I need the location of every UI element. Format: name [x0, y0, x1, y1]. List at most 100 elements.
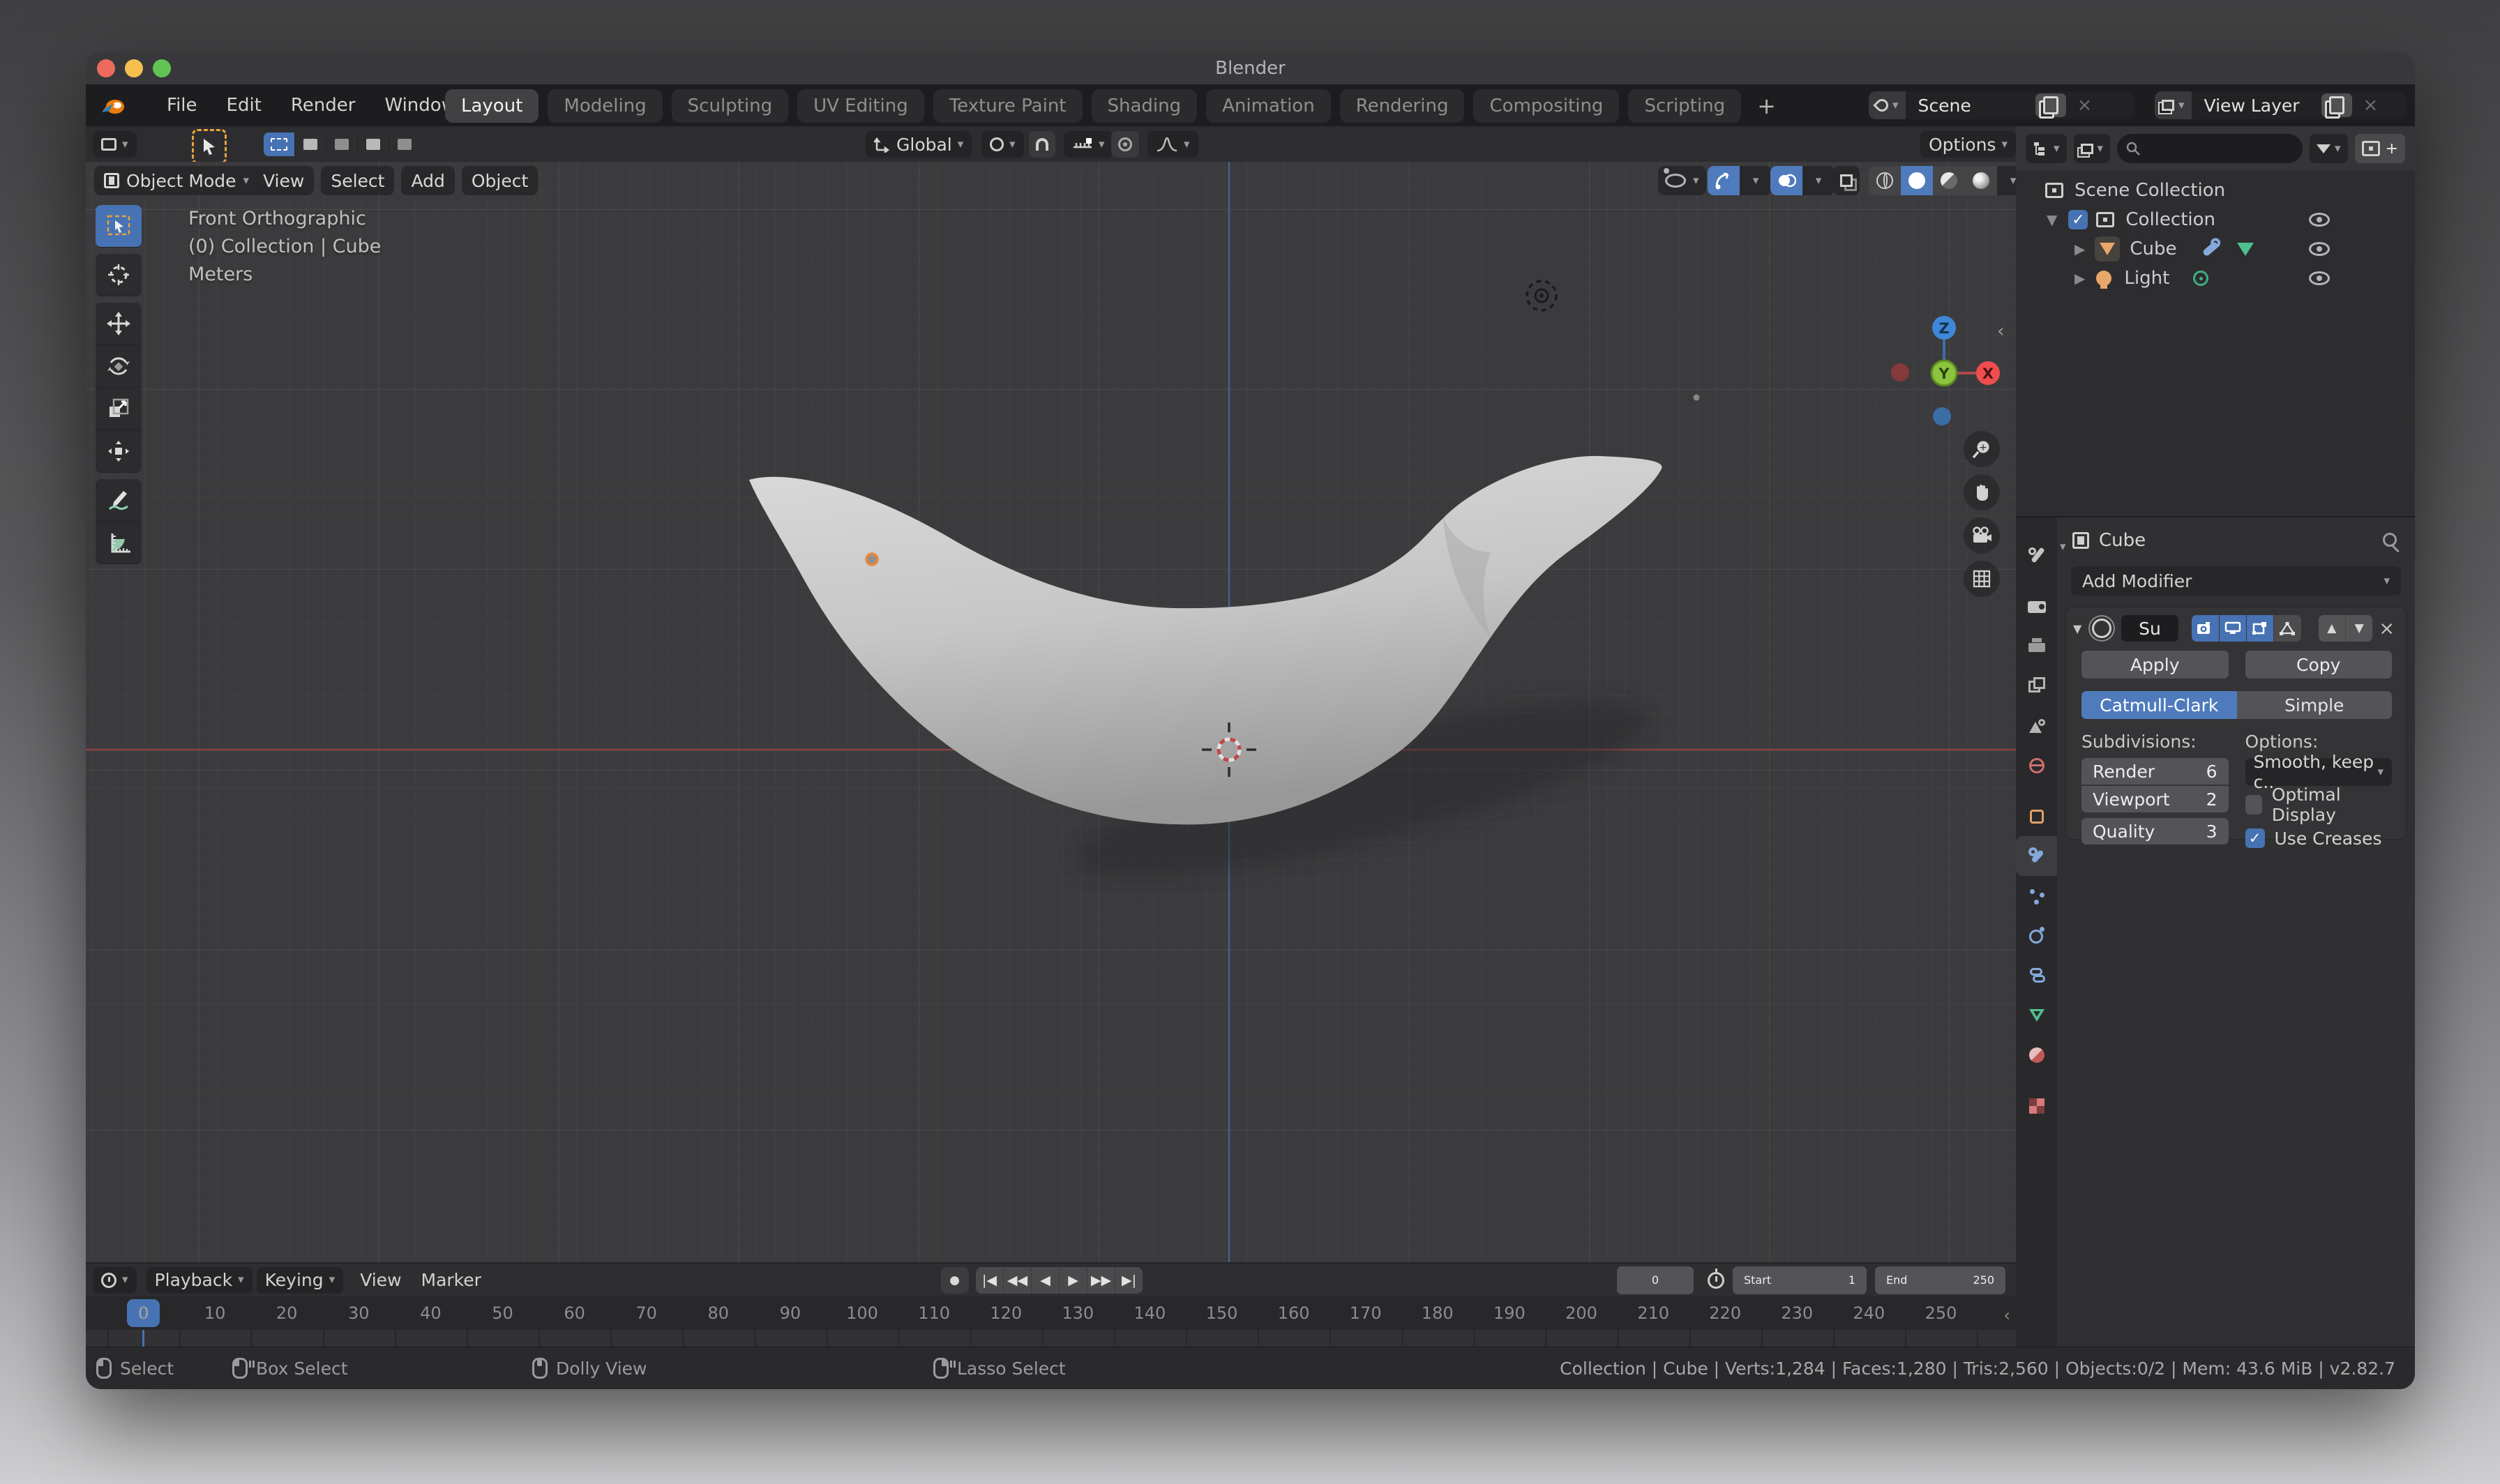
workspace-tab-rendering[interactable]: Rendering [1339, 89, 1465, 123]
gizmo-minus-x-axis[interactable] [1891, 363, 1909, 381]
pan-view-button[interactable] [1964, 474, 2000, 510]
snap-settings-dropdown[interactable]: ▾ [1064, 131, 1113, 158]
timeline-marker-menu[interactable]: Marker [421, 1270, 481, 1290]
pin-icon[interactable] [2383, 533, 2397, 547]
start-frame-field[interactable]: Start 1 [1733, 1266, 1867, 1294]
properties-tab-particles[interactable] [2016, 876, 2057, 916]
properties-tab-object[interactable] [2016, 796, 2057, 836]
hide-eye-icon[interactable] [2309, 213, 2330, 227]
view-layer-new-button[interactable] [2321, 93, 2352, 117]
gizmo-settings-dropdown[interactable]: ▾ [1740, 166, 1772, 195]
select-mode-set-button[interactable] [264, 132, 295, 156]
add-workspace-button[interactable]: + [1750, 89, 1783, 123]
modifier-cage-toggle[interactable] [2274, 615, 2301, 642]
shading-rendered-button[interactable] [1965, 166, 1997, 195]
scene-new-button[interactable] [2035, 93, 2066, 117]
expand-arrow-icon[interactable]: ▶ [2074, 270, 2085, 287]
outliner-row-collection[interactable]: ▼ ✓ Collection [2016, 206, 2415, 234]
view-layer-name[interactable]: View Layer [2192, 96, 2321, 116]
expand-arrow-icon[interactable]: ▶ [2074, 241, 2085, 257]
modifier-name-field[interactable]: Su [2121, 615, 2179, 642]
properties-tab-view-layer[interactable] [2016, 666, 2057, 706]
tool-transform[interactable] [96, 430, 142, 473]
outliner-row-light[interactable]: ▶ Light [2016, 264, 2415, 292]
workspace-tab-shading[interactable]: Shading [1091, 89, 1198, 123]
scene-name[interactable]: Scene [1906, 96, 2035, 116]
timeline-view-menu[interactable]: View [360, 1270, 401, 1290]
scene-unlink-button[interactable]: × [2069, 95, 2101, 116]
record-button[interactable]: ● [941, 1266, 969, 1294]
editor-type-dropdown[interactable]: ▾ [93, 131, 137, 158]
shading-wireframe-button[interactable] [1869, 166, 1901, 195]
properties-tab-world[interactable] [2016, 745, 2057, 785]
outliner-row-cube[interactable]: ▶ Cube [2016, 235, 2415, 263]
properties-tab-modifiers[interactable] [2016, 836, 2057, 876]
workspace-tab-sculpting[interactable]: Sculpting [671, 89, 789, 123]
tool-select-box[interactable] [96, 205, 142, 248]
workspace-tab-texture-paint[interactable]: Texture Paint [933, 89, 1083, 123]
tool-cursor[interactable] [96, 254, 142, 296]
modifier-delete-button[interactable]: × [2379, 618, 2399, 639]
hide-eye-icon[interactable] [2309, 271, 2330, 285]
properties-tab-physics[interactable] [2016, 916, 2057, 955]
sidebar-collapse-arrow[interactable]: ‹ [1997, 321, 2004, 342]
modifier-move-down-button[interactable]: ▼ [2346, 615, 2373, 642]
select-mode-invert-button[interactable] [358, 132, 389, 156]
outliner-display-mode-dropdown[interactable]: ▾ [2026, 134, 2067, 163]
transform-orientation-dropdown[interactable]: Global ▾ [866, 131, 972, 158]
workspace-tab-modeling[interactable]: Modeling [548, 89, 663, 123]
apply-button[interactable]: Apply [2081, 651, 2229, 679]
modifier-move-up-button[interactable]: ▲ [2318, 615, 2347, 642]
uv-smooth-dropdown[interactable]: Smooth, keep c.. ▾ [2245, 752, 2392, 792]
snap-toggle-button[interactable] [1029, 131, 1055, 158]
proportional-falloff-dropdown[interactable]: ▾ [1147, 131, 1198, 158]
outliner-filter-dropdown[interactable]: ▾ [2310, 134, 2348, 163]
next-keyframe-button[interactable]: ▶▶ [1087, 1266, 1115, 1294]
copy-button[interactable]: Copy [2245, 651, 2392, 679]
add-modifier-dropdown[interactable]: Add Modifier ▾ [2071, 566, 2401, 596]
properties-tab-texture[interactable] [2016, 1086, 2057, 1126]
navigation-gizmo[interactable]: Z Y X [1885, 308, 2016, 437]
render-subdivisions-field[interactable]: Render 6 [2081, 758, 2229, 785]
properties-tab-data[interactable] [2016, 995, 2057, 1035]
properties-tab-output[interactable] [2016, 626, 2057, 666]
use-creases-row[interactable]: ✓ Use Creases [2245, 824, 2393, 853]
viewport-menu-view[interactable]: View [253, 166, 315, 195]
prev-keyframe-button[interactable]: ◀◀ [1004, 1266, 1032, 1294]
timeline-editor-type-dropdown[interactable]: ▾ [93, 1266, 137, 1294]
view-layer-browse-dropdown[interactable]: ▾ [2155, 91, 2192, 119]
viewport-3d[interactable]: Object Mode ▾ View Select Add Object ▾ ▾ ▾ [86, 162, 2016, 1262]
viewport-menu-select[interactable]: Select [321, 166, 395, 195]
outliner-row-scene-collection[interactable]: Scene Collection [2016, 176, 2415, 204]
gizmo-minus-z-axis[interactable] [1933, 407, 1951, 425]
outliner-filter-display-dropdown[interactable]: ▾ [2073, 134, 2111, 163]
toggle-ortho-button[interactable] [1964, 561, 2000, 597]
properties-tab-scene[interactable] [2016, 706, 2057, 745]
properties-tab-constraints[interactable] [2016, 955, 2057, 995]
hide-eye-icon[interactable] [2309, 242, 2330, 256]
properties-editor-type-dropdown[interactable]: ▾ [2060, 534, 2066, 554]
stopwatch-icon[interactable] [1708, 1268, 1724, 1289]
select-mode-extend-button[interactable] [295, 132, 326, 156]
catmull-clark-button[interactable]: Catmull-Clark [2081, 691, 2237, 719]
view-layer-remove-button[interactable]: × [2355, 95, 2387, 116]
camera-view-button[interactable] [1964, 517, 2000, 554]
workspace-tab-compositing[interactable]: Compositing [1473, 89, 1620, 123]
optimal-display-checkbox[interactable] [2245, 795, 2262, 815]
zoom-view-button[interactable]: + [1964, 431, 2000, 467]
quality-field[interactable]: Quality 3 [2081, 818, 2229, 845]
tool-measure[interactable] [96, 522, 142, 564]
modifier-render-toggle[interactable] [2192, 615, 2220, 642]
select-mode-subtract-button[interactable] [326, 132, 358, 156]
properties-tab-render[interactable] [2016, 586, 2057, 626]
play-reverse-button[interactable]: ◀ [1032, 1266, 1060, 1294]
show-overlays-toggle[interactable] [1770, 166, 1802, 195]
collapse-triangle-icon[interactable]: ▼ [2073, 622, 2081, 635]
new-collection-button[interactable]: + [2354, 134, 2405, 163]
menu-edit[interactable]: Edit [227, 95, 262, 116]
shading-material-button[interactable] [1933, 166, 1965, 195]
optimal-display-row[interactable]: Optimal Display [2245, 785, 2393, 825]
show-gizmo-toggle[interactable] [1708, 166, 1740, 195]
active-tool-indicator[interactable] [192, 129, 227, 164]
properties-tab-tool[interactable] [2016, 536, 2057, 575]
